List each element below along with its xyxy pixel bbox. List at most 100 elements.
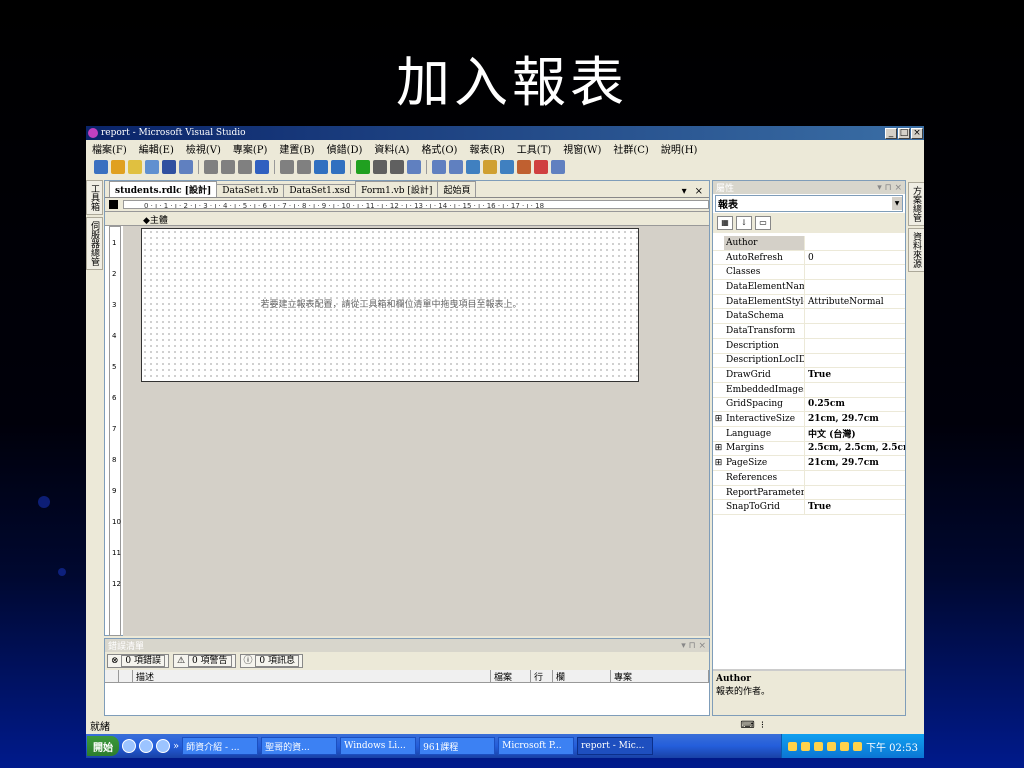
- property-value[interactable]: True: [805, 502, 905, 512]
- toolbar-button-icon[interactable]: [145, 160, 159, 174]
- property-row[interactable]: SnapToGrid True: [713, 500, 905, 516]
- menu-item[interactable]: 建置(B): [279, 141, 314, 156]
- property-value[interactable]: 0: [805, 253, 905, 263]
- property-value[interactable]: True: [805, 370, 905, 380]
- menu-item[interactable]: 檔案(F): [92, 141, 127, 156]
- tray-icon[interactable]: [788, 741, 797, 751]
- document-tab[interactable]: DataSet1.xsd: [283, 184, 357, 197]
- expand-icon[interactable]: ⊞: [713, 414, 724, 424]
- document-tab[interactable]: DataSet1.vb: [216, 184, 285, 197]
- expand-icon[interactable]: ⊞: [713, 458, 724, 468]
- menu-item[interactable]: 專案(P): [233, 141, 268, 156]
- toolbar-button-icon[interactable]: [407, 160, 421, 174]
- right-tab[interactable]: 方案總管: [908, 182, 924, 226]
- keyboard-icon[interactable]: ⌨: [740, 720, 754, 731]
- menu-item[interactable]: 報表(R): [469, 141, 504, 156]
- taskbar-button[interactable]: 師資介紹 - ...: [182, 737, 259, 755]
- document-tab[interactable]: 起始頁: [437, 181, 477, 197]
- property-value[interactable]: 21cm, 29.7cm: [805, 414, 905, 424]
- taskbar-button[interactable]: Microsoft P...: [498, 737, 575, 755]
- document-tab[interactable]: students.rdlc [設計]: [109, 181, 218, 197]
- toolbar-button-icon[interactable]: [162, 160, 176, 174]
- taskbar-button[interactable]: 961課程: [419, 737, 496, 755]
- col-file[interactable]: 檔案: [491, 670, 531, 683]
- toolbar-button-icon[interactable]: [128, 160, 142, 174]
- property-row[interactable]: DataElementStyle AttributeNormal: [713, 294, 905, 310]
- property-row[interactable]: Description: [713, 338, 905, 354]
- menu-item[interactable]: 偵錯(D): [327, 141, 363, 156]
- toolbar-button-icon[interactable]: [255, 160, 269, 174]
- media-icon[interactable]: [156, 739, 170, 753]
- ie-icon[interactable]: [122, 739, 136, 753]
- property-pages-icon[interactable]: ▭: [755, 216, 771, 230]
- toolbar-button-icon[interactable]: [356, 160, 370, 174]
- toolbar-button-icon[interactable]: [179, 160, 193, 174]
- expand-icon[interactable]: ⊞: [713, 443, 724, 453]
- property-value[interactable]: AttributeNormal: [805, 297, 905, 307]
- property-row[interactable]: DataElementName: [713, 280, 905, 295]
- menu-item[interactable]: 視窗(W): [563, 141, 601, 156]
- menu-item[interactable]: 資料(A): [374, 141, 409, 156]
- toolbar-button-icon[interactable]: [314, 160, 328, 174]
- property-row[interactable]: AutoRefresh 0: [713, 250, 905, 266]
- property-row[interactable]: ⊞ Margins 2.5cm, 2.5cm, 2.5cm: [713, 441, 905, 457]
- minimize-button[interactable]: _: [885, 127, 897, 139]
- property-row[interactable]: DataTransform: [713, 324, 905, 339]
- desktop-icon[interactable]: [139, 739, 153, 753]
- close-document-icon[interactable]: ×: [695, 186, 703, 197]
- toolbar-button-icon[interactable]: [111, 160, 125, 174]
- col-description[interactable]: 描述: [133, 670, 491, 683]
- property-value[interactable]: 2.5cm, 2.5cm, 2.5cm: [805, 443, 905, 453]
- pane-controls[interactable]: ▾ ⊓ ×: [681, 641, 709, 651]
- tray-icon[interactable]: [840, 741, 849, 751]
- warnings-filter-button[interactable]: ⚠ 0 項警告: [173, 654, 236, 668]
- tray-icon[interactable]: [814, 741, 823, 751]
- tray-icon[interactable]: [801, 741, 810, 751]
- toolbar-button-icon[interactable]: [466, 160, 480, 174]
- left-tab[interactable]: 工具箱: [86, 180, 103, 215]
- property-value[interactable]: 0.25cm: [805, 399, 905, 409]
- property-row[interactable]: ReportParameters: [713, 485, 905, 501]
- menu-item[interactable]: 編輯(E): [139, 141, 174, 156]
- toolbar-button-icon[interactable]: [94, 160, 108, 174]
- tray-icon[interactable]: [853, 741, 862, 751]
- toolbar-button-icon[interactable]: [551, 160, 565, 174]
- col-column[interactable]: 欄: [553, 670, 611, 683]
- taskbar-button[interactable]: report - Mic...: [577, 737, 654, 755]
- chevron-down-icon[interactable]: ▾: [682, 186, 687, 197]
- property-row[interactable]: DataSchema: [713, 309, 905, 325]
- property-row[interactable]: DescriptionLocID: [713, 353, 905, 369]
- toolbar-button-icon[interactable]: [517, 160, 531, 174]
- toolbar-button-icon[interactable]: [297, 160, 311, 174]
- col-line[interactable]: 行: [531, 670, 553, 683]
- menu-item[interactable]: 檢視(V): [186, 141, 221, 156]
- property-row[interactable]: ⊞ InteractiveSize 21cm, 29.7cm: [713, 412, 905, 427]
- more-quicklaunch-icon[interactable]: »: [173, 741, 179, 752]
- toolbar-button-icon[interactable]: [483, 160, 497, 174]
- property-row[interactable]: Language 中文 (台灣): [713, 426, 905, 442]
- taskbar-button[interactable]: 聖哥的資...: [261, 737, 338, 755]
- tray-icon[interactable]: [827, 741, 836, 751]
- property-value[interactable]: 21cm, 29.7cm: [805, 458, 905, 468]
- toolbar-button-icon[interactable]: [500, 160, 514, 174]
- toolbar-button-icon[interactable]: [238, 160, 252, 174]
- toolbar-button-icon[interactable]: [221, 160, 235, 174]
- toolbar-button-icon[interactable]: [331, 160, 345, 174]
- property-row[interactable]: Classes: [713, 265, 905, 281]
- dropdown-arrow-icon[interactable]: ▼: [892, 197, 902, 210]
- object-selector[interactable]: 報表 ▼: [715, 195, 903, 212]
- toolbar-button-icon[interactable]: [449, 160, 463, 174]
- categorized-icon[interactable]: ▦: [717, 216, 733, 230]
- property-row[interactable]: References: [713, 471, 905, 486]
- toolbar-button-icon[interactable]: [280, 160, 294, 174]
- clock[interactable]: 下午 02:53: [866, 739, 918, 754]
- taskbar-button[interactable]: Windows Li...: [340, 737, 417, 755]
- messages-filter-button[interactable]: ⓘ 0 項訊息: [239, 654, 303, 668]
- toolbar-button-icon[interactable]: [373, 160, 387, 174]
- property-row[interactable]: GridSpacing 0.25cm: [713, 397, 905, 413]
- maximize-button[interactable]: □: [898, 127, 910, 139]
- property-row[interactable]: DrawGrid True: [713, 368, 905, 383]
- property-row[interactable]: EmbeddedImages: [713, 382, 905, 398]
- property-value[interactable]: 中文 (台灣): [805, 427, 905, 440]
- close-button[interactable]: ×: [911, 127, 923, 139]
